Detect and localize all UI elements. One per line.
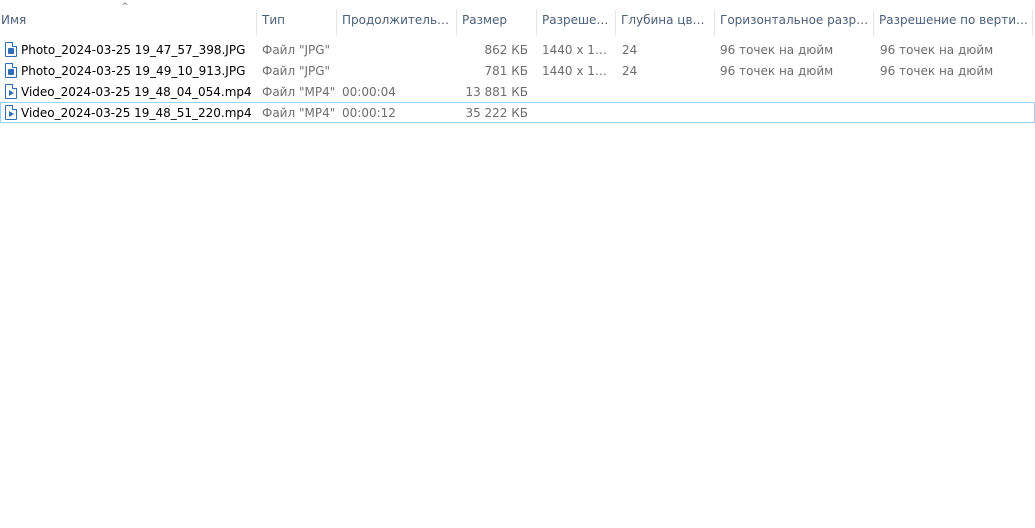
file-horizontal-resolution [720, 82, 872, 101]
file-resolution: 1440 x 1920 [542, 64, 614, 78]
file-type: Файл "MP4" [262, 106, 336, 120]
file-vertical-resolution [880, 82, 1032, 101]
file-type: Файл "JPG" [262, 64, 331, 78]
file-list: Photo_2024-03-25 19_47_57_398.JPG Файл "… [0, 39, 1035, 123]
file-horizontal-resolution: 96 точек на дюйм [720, 43, 834, 57]
file-name: Video_2024-03-25 19_48_04_054.mp4 [21, 85, 252, 99]
file-vertical-resolution: 96 точек на дюйм [880, 64, 994, 78]
file-explorer-details-view: ^ Имя Тип Продолжительно... Размер Разре… [0, 0, 1035, 528]
file-duration: 00:00:04 [342, 85, 396, 99]
column-divider[interactable] [1032, 10, 1033, 36]
file-vertical-resolution [880, 103, 1032, 122]
file-resolution: 1440 x 1920 [542, 43, 614, 57]
file-size: 13 881 КБ [465, 85, 528, 99]
column-header-duration[interactable]: Продолжительно... [336, 0, 456, 38]
column-header-horizontal-resolution[interactable]: Горизонтальное разреш... [714, 0, 874, 38]
column-header-vertical-resolution[interactable]: Разрешение по вертикали [873, 0, 1033, 38]
column-header-size[interactable]: Размер [456, 0, 536, 38]
file-horizontal-resolution: 96 точек на дюйм [720, 64, 834, 78]
file-bitdepth: 24 [622, 64, 638, 78]
file-duration [342, 61, 454, 80]
column-header-name[interactable]: Имя [0, 0, 256, 38]
video-file-icon [5, 105, 17, 120]
image-file-icon [5, 42, 17, 57]
file-bitdepth [622, 82, 712, 101]
file-row[interactable]: Photo_2024-03-25 19_49_10_913.JPG Файл "… [0, 60, 1035, 81]
file-name: Photo_2024-03-25 19_47_57_398.JPG [21, 43, 246, 57]
file-resolution [542, 103, 614, 122]
video-file-icon [5, 84, 17, 99]
column-header-row: ^ Имя Тип Продолжительно... Размер Разре… [0, 0, 1035, 38]
file-name: Photo_2024-03-25 19_49_10_913.JPG [21, 64, 246, 78]
file-size: 862 КБ [484, 43, 528, 57]
file-vertical-resolution: 96 точек на дюйм [880, 43, 994, 57]
image-file-icon [5, 63, 17, 78]
column-header-resolution[interactable]: Разрешен... [536, 0, 616, 38]
file-horizontal-resolution [720, 103, 872, 122]
file-size: 781 КБ [484, 64, 528, 78]
file-type: Файл "MP4" [262, 85, 336, 99]
file-duration [342, 40, 454, 59]
file-row[interactable]: Photo_2024-03-25 19_47_57_398.JPG Файл "… [0, 39, 1035, 60]
column-header-bitdepth[interactable]: Глубина цвета [615, 0, 714, 38]
file-size: 35 222 КБ [465, 106, 528, 120]
column-header-type[interactable]: Тип [256, 0, 336, 38]
file-bitdepth: 24 [622, 43, 638, 57]
file-resolution [542, 82, 614, 101]
file-bitdepth [622, 103, 712, 122]
file-type: Файл "JPG" [262, 43, 331, 57]
file-duration: 00:00:12 [342, 106, 396, 120]
file-name: Video_2024-03-25 19_48_51_220.mp4 [21, 106, 252, 120]
file-row[interactable]: Video_2024-03-25 19_48_04_054.mp4 Файл "… [0, 81, 1035, 102]
file-row[interactable]: Video_2024-03-25 19_48_51_220.mp4 Файл "… [0, 102, 1035, 123]
